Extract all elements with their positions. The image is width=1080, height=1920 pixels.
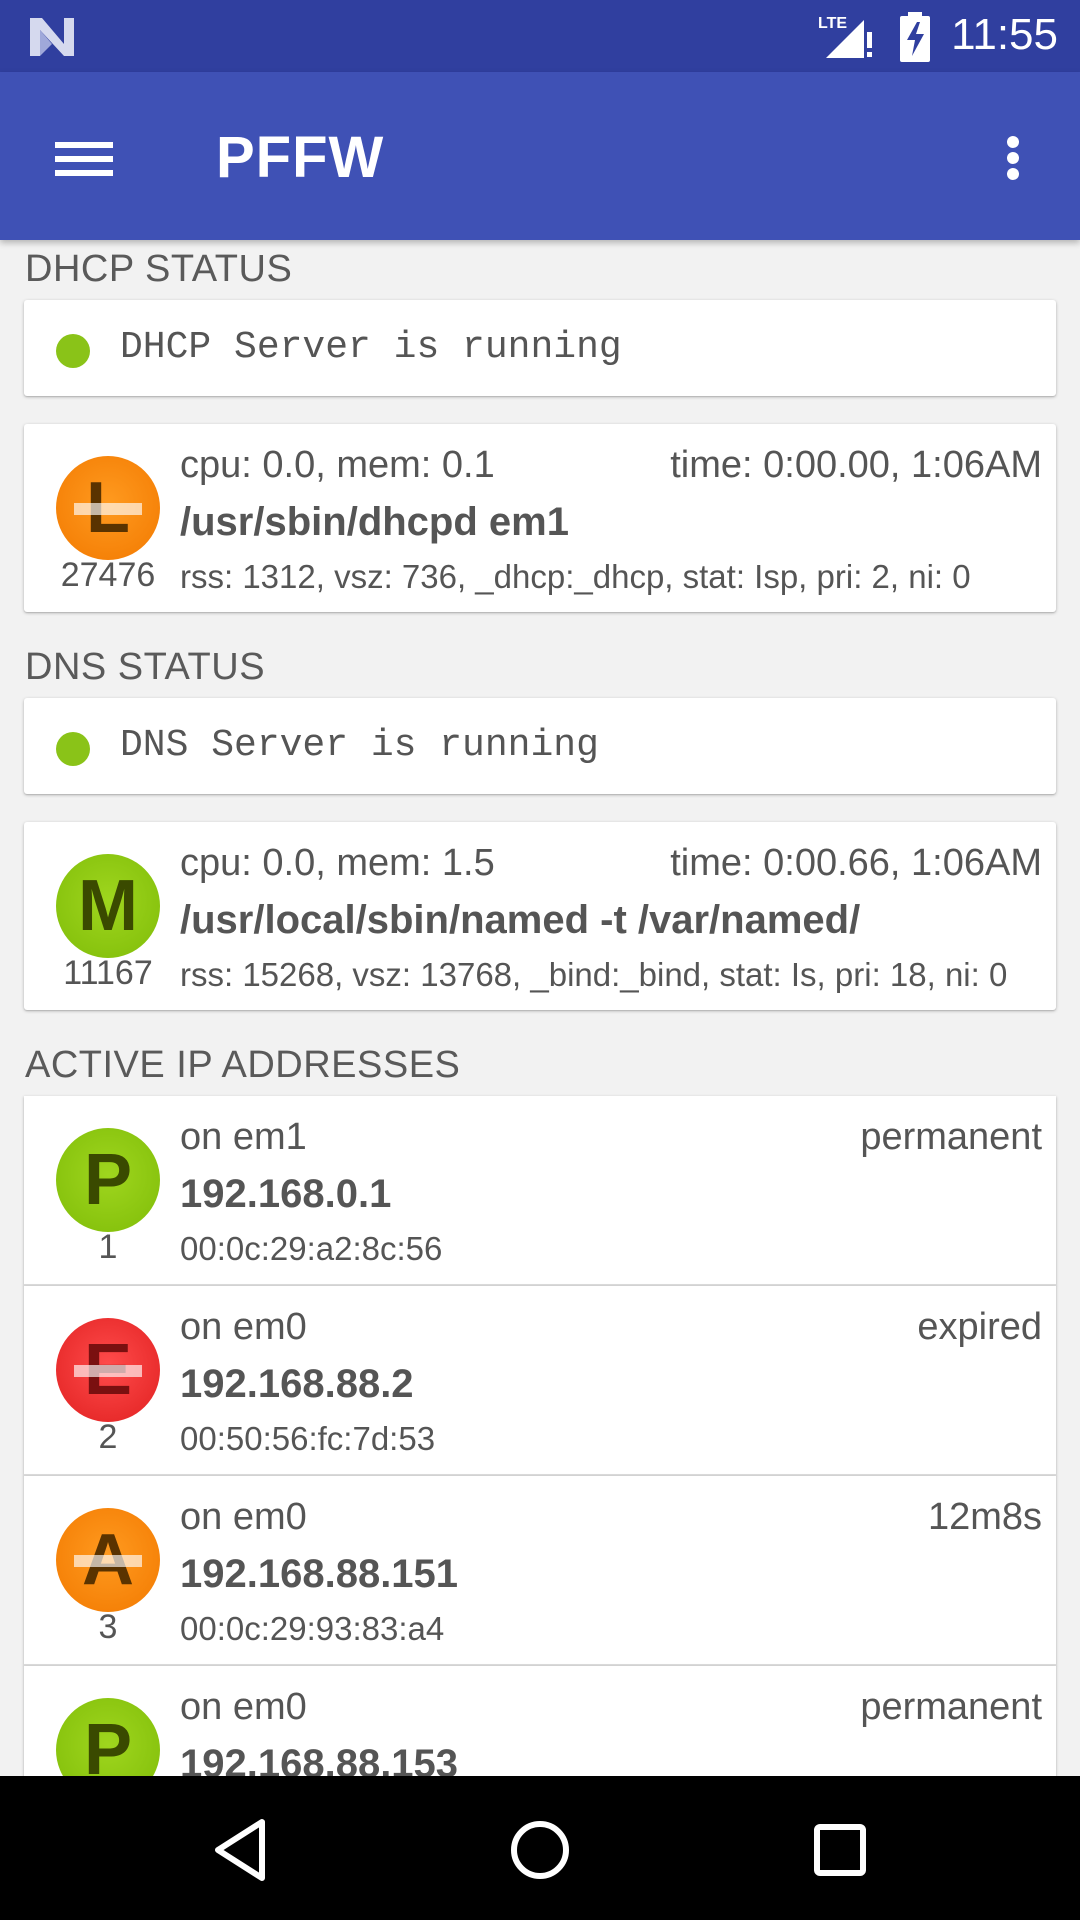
process-details: rss: 1312, vsz: 736, _dhcp:_dhcp, stat: … [180,558,971,595]
process-cpu-mem: cpu: 0.0, mem: 0.1 [180,444,495,486]
active-ips-section-header: ACTIVE IP ADDRESSES [25,1044,461,1086]
more-vert-icon[interactable] [990,122,1036,192]
ip-avatar: E [56,1318,160,1422]
app-title: PFFW [216,125,385,190]
ip-address: 192.168.88.2 [180,1362,414,1406]
main-content[interactable]: DHCP STATUS DHCP Server is running L 274… [0,240,1080,1776]
status-indicator-dot [56,334,90,368]
process-time: time: 0:00.00, 1:06AM [670,444,1042,486]
ip-interface: on em0 [180,1306,307,1348]
ip-address: 192.168.88.153 [180,1742,459,1776]
ip-index: 3 [98,1608,118,1646]
clock: 11:55 [951,10,1058,59]
avatar-strike [74,503,142,515]
ip-interface: on em1 [180,1116,307,1158]
avatar-strike [74,1555,142,1567]
app-bar: PFFW [0,72,1080,240]
ip-avatar: P [56,1128,160,1232]
ip-list-item[interactable]: P 1 on em1 permanent 192.168.0.1 00:0c:2… [24,1096,1056,1286]
back-icon[interactable] [200,1812,280,1888]
dhcp-status-text: DHCP Server is running [120,326,622,369]
dhcp-status-card[interactable]: DHCP Server is running [24,300,1056,396]
status-bar: LTE 11:55 [0,0,1080,72]
process-avatar: L [56,456,160,560]
n-icon [30,18,74,56]
network-label: LTE [818,15,847,32]
process-time: time: 0:00.66, 1:06AM [670,842,1042,884]
hamburger-menu-icon[interactable] [40,122,130,192]
ip-avatar: A [56,1508,160,1612]
ip-state: 12m8s [927,1496,1042,1538]
process-cpu-mem: cpu: 0.0, mem: 1.5 [180,842,495,884]
ip-interface: on em0 [180,1496,307,1538]
process-command: /usr/sbin/dhcpd em1 [180,500,569,544]
home-icon[interactable] [500,1812,580,1888]
ip-state: permanent [860,1686,1042,1728]
mac-address: 00:0c:29:a2:8c:56 [180,1230,443,1267]
ip-index: 2 [98,1418,118,1456]
dhcp-section-header: DHCP STATUS [25,248,293,290]
ip-list-item[interactable]: A 3 on em0 12m8s 192.168.88.151 00:0c:29… [24,1476,1056,1666]
avatar-letter: P [83,1710,133,1776]
ip-state: permanent [860,1116,1042,1158]
dns-status-card[interactable]: DNS Server is running [24,698,1056,794]
process-details: rss: 15268, vsz: 13768, _bind:_bind, sta… [180,956,1008,993]
ip-avatar: P [56,1698,160,1776]
battery-charging-icon [900,12,930,62]
process-command: /usr/local/sbin/named -t /var/named/ [180,898,861,942]
avatar-letter: M [78,866,138,946]
ip-state: expired [917,1306,1042,1348]
dns-process-card[interactable]: M 11167 cpu: 0.0, mem: 1.5 time: 0:00.66… [24,822,1056,1010]
avatar-strike [74,1365,142,1377]
dns-status-text: DNS Server is running [120,724,599,767]
dns-section-header: DNS STATUS [25,646,266,688]
ip-list-item[interactable]: P 4 on em0 permanent 192.168.88.153 [24,1666,1056,1776]
avatar-letter: P [83,1140,133,1220]
process-pid: 11167 [63,954,153,992]
process-pid: 27476 [60,556,156,594]
process-avatar: M [56,854,160,958]
mac-address: 00:50:56:fc:7d:53 [180,1420,436,1457]
mac-address: 00:0c:29:93:83:a4 [180,1610,445,1647]
recents-icon[interactable] [800,1812,880,1888]
navigation-bar [0,1776,1080,1920]
signal-icon: LTE [818,15,872,58]
status-indicator-dot [56,732,90,766]
ip-interface: on em0 [180,1686,307,1728]
ip-address: 192.168.0.1 [180,1172,392,1216]
dhcp-process-card[interactable]: L 27476 cpu: 0.0, mem: 0.1 time: 0:00.00… [24,424,1056,612]
ip-list-item[interactable]: E 2 on em0 expired 192.168.88.2 00:50:56… [24,1286,1056,1476]
ip-index: 1 [98,1228,118,1266]
ip-address: 192.168.88.151 [180,1552,459,1596]
